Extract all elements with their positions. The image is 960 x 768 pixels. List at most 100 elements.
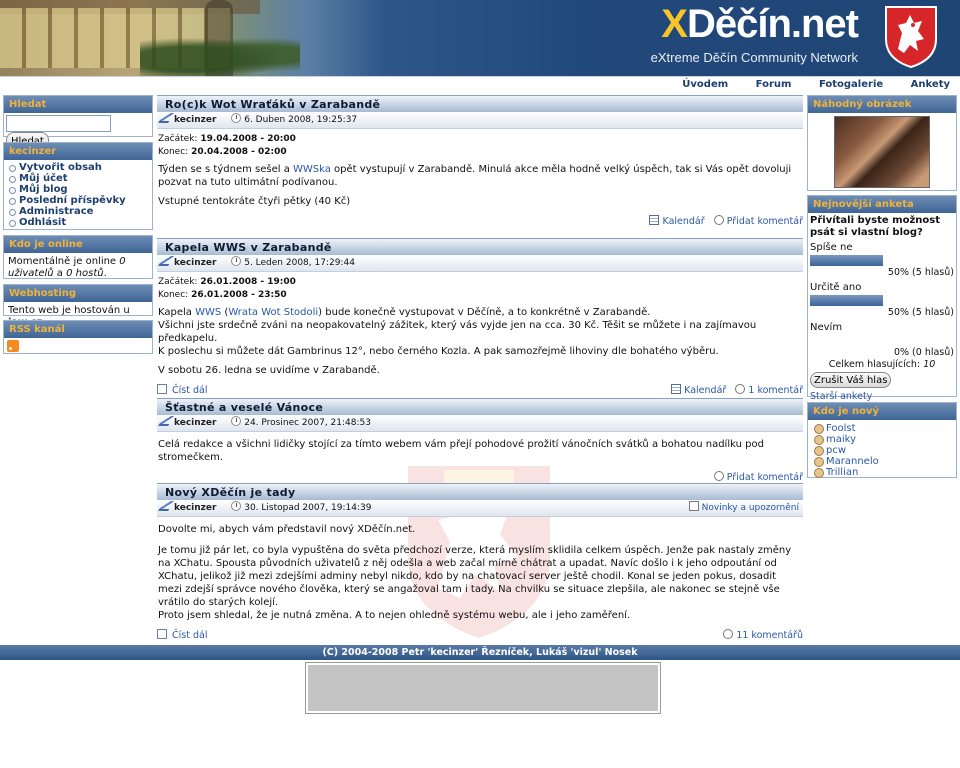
post-body: Dovolte mi, abych vám představil nový XD… — [157, 517, 803, 622]
post-title[interactable]: Šťastné a veselé Vánoce — [157, 398, 803, 415]
cancel-vote-button[interactable]: Zrušit Váš hlas — [810, 372, 892, 388]
nav-forum[interactable]: Forum — [756, 77, 792, 92]
poll-option-bar — [810, 295, 954, 306]
add-comment-link[interactable]: Přidat komentář — [727, 216, 803, 227]
menu-recent-posts[interactable]: Poslední příspěvky — [19, 195, 126, 206]
comments-link[interactable]: 1 komentář — [748, 385, 803, 396]
post-text: Kapela — [158, 307, 196, 318]
user-menu-item: Odhlásit — [8, 217, 148, 228]
post-author[interactable]: kecinzer — [174, 503, 216, 513]
post-text: K poslechu si můžete dát Gambrinus 12°, … — [158, 346, 719, 357]
site-logo[interactable]: XDěčín.net — [661, 2, 859, 47]
post: Ro(c)k Wot Wraťáků v Zarabandě kecinzer … — [157, 95, 803, 229]
comments-link[interactable]: 11 komentářů — [736, 630, 803, 641]
post-author[interactable]: kecinzer — [174, 115, 216, 125]
online-text: . — [103, 268, 107, 279]
start-date: 19.04.2008 - 20:00 — [200, 134, 296, 144]
menu-create-content[interactable]: Vytvořit obsah — [19, 162, 102, 173]
author-pencil-icon — [158, 416, 174, 426]
poll-title: Nejnovější anketa — [808, 196, 956, 213]
site-subtitle: eXtreme Děčín Community Network — [650, 50, 858, 65]
rss-feed-icon[interactable] — [7, 340, 19, 352]
post-link-wwska[interactable]: WWSka — [293, 164, 331, 175]
new-user-link[interactable]: Trillian — [826, 467, 858, 478]
add-comment-link[interactable]: Přidat komentář — [727, 472, 803, 483]
random-image-title: Náhodný obrázek — [808, 96, 956, 113]
category-link[interactable]: Novinky a upozornění — [702, 503, 799, 513]
comment-icon — [723, 629, 734, 639]
post-link-wws[interactable]: WWS — [195, 307, 221, 318]
post-text: Všichni jste srdečně zváni na neopakovat… — [158, 320, 757, 344]
user-menu-block: kecinzer Vytvořit obsah Můj účet Můj blo… — [3, 142, 153, 230]
post-title[interactable]: Kapela WWS v Zarabandě — [157, 238, 803, 255]
post-paragraph: Vstupné tentokráte čtyři pětky (40 Kč) — [158, 196, 351, 207]
new-user-item: pcw — [812, 445, 952, 456]
calendar-link[interactable]: Kalendář — [663, 216, 705, 227]
new-user-link[interactable]: maiky — [826, 434, 856, 445]
poll-option-label: Spíše ne — [810, 242, 853, 253]
user-menu-item: Vytvořit obsah — [8, 162, 148, 173]
online-text: Momentálně je online — [8, 256, 120, 267]
poll-option-bar — [810, 335, 954, 346]
poll-option-label: Nevím — [810, 322, 843, 333]
comment-icon — [713, 215, 724, 225]
end-date: 26.01.2008 - 23:50 — [191, 290, 287, 300]
new-user-link[interactable]: pcw — [826, 445, 846, 456]
user-menu-item: Můj účet — [8, 173, 148, 184]
poll-options: Spíše ne 50% (5 hlasů) Určitě ano 50% (5 hl… — [810, 242, 954, 359]
menu-my-blog[interactable]: Můj blog — [19, 184, 68, 195]
read-more-link[interactable]: Číst dál — [172, 385, 207, 396]
who-is-online-block: Kdo je online Momentálně je online 0 uži… — [3, 235, 153, 279]
post-date: 30. Listopad 2007, 19:14:39 — [244, 503, 372, 513]
post: Nový XDěčín je tady kecinzer 30. Listopa… — [157, 483, 803, 641]
calendar-link[interactable]: Kalendář — [684, 385, 726, 396]
random-image[interactable] — [834, 116, 930, 188]
nav-uvodem[interactable]: Úvodem — [682, 77, 728, 92]
post-title[interactable]: Ro(c)k Wot Wraťáků v Zarabandě — [157, 95, 803, 112]
older-polls-link[interactable]: Starší ankety — [810, 391, 872, 402]
advertisement-box[interactable] — [305, 662, 661, 714]
online-guests-count: 0 hostů — [66, 268, 104, 279]
menu-my-account[interactable]: Můj účet — [19, 173, 68, 184]
online-text: a — [53, 268, 67, 279]
post-body: Týden se s týdnem sešel a WWSka opět vys… — [157, 159, 803, 208]
post-date: 5. Leden 2008, 17:29:44 — [244, 258, 355, 268]
post-paragraph: Proto jsem shledal, že je nutná změna. A… — [158, 610, 631, 621]
random-image-block: Náhodný obrázek — [807, 95, 957, 191]
start-label: Začátek: — [158, 134, 198, 144]
read-more-link[interactable]: Číst dál — [172, 630, 207, 641]
advertisement-placeholder — [308, 665, 658, 711]
start-date: 26.01.2008 - 19:00 — [200, 277, 296, 287]
nav-fotogalerie[interactable]: Fotogalerie — [819, 77, 883, 92]
post-meta: kecinzer 6. Duben 2008, 19:25:37 — [157, 112, 803, 129]
poll-option-bar — [810, 255, 954, 266]
post-text: ) bude konečně vystupovat v Děčíně, a to… — [318, 307, 651, 318]
menu-logout[interactable]: Odhlásit — [19, 217, 66, 228]
site-logo-x: X — [661, 2, 688, 46]
end-date: 20.04.2008 - 02:00 — [191, 147, 287, 157]
poll-total-count: 10 — [923, 359, 936, 370]
coat-of-arms-icon — [885, 6, 937, 69]
user-menu-list: Vytvořit obsah Můj účet Můj blog Posledn… — [4, 160, 152, 231]
start-label: Začátek: — [158, 277, 198, 287]
post-link-wrata[interactable]: Wrata Wot Stodoli — [228, 307, 318, 318]
site-header: XDěčín.net eXtreme Děčín Community Netwo… — [0, 0, 960, 76]
read-more-icon — [157, 629, 167, 639]
user-menu-title: kecinzer — [4, 143, 152, 160]
post-category: Novinky a upozornění — [688, 500, 799, 517]
poll-question: Přivítali byste možnost psát si vlastní … — [810, 215, 941, 238]
rss-title: RSS kanál — [4, 321, 152, 338]
webhosting-title: Webhosting — [4, 285, 152, 302]
post-meta: kecinzer 5. Leden 2008, 17:29:44 — [157, 255, 803, 272]
new-user-link[interactable]: Foolst — [826, 423, 856, 434]
new-users-list: Foolst maiky pcw Marannelo Trillian — [808, 420, 956, 481]
post-title[interactable]: Nový XDěčín je tady — [157, 483, 803, 500]
post-date: 24. Prosinec 2007, 21:48:53 — [244, 418, 371, 428]
search-input[interactable] — [6, 115, 111, 132]
post-author[interactable]: kecinzer — [174, 418, 216, 428]
menu-administration[interactable]: Administrace — [19, 206, 93, 217]
post-author[interactable]: kecinzer — [174, 258, 216, 268]
nav-ankety[interactable]: Ankety — [911, 77, 950, 92]
new-user-link[interactable]: Marannelo — [826, 456, 879, 467]
new-users-block: Kdo je nový Foolst maiky pcw Marannelo T… — [807, 402, 957, 478]
